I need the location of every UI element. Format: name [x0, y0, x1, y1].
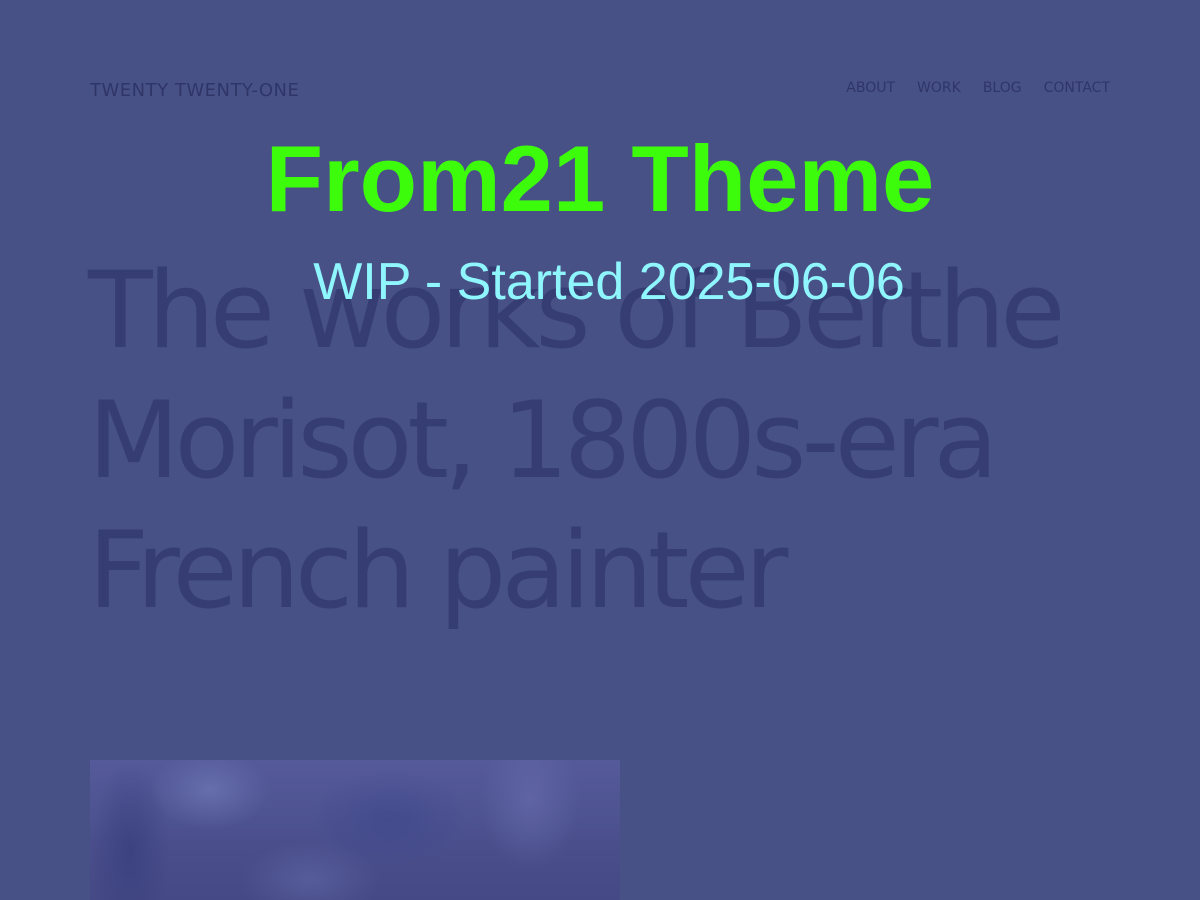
overlay-title: From21 Theme: [265, 126, 935, 231]
overlay-subtitle: WIP - Started 2025-06-06: [313, 253, 905, 311]
nav-item-about[interactable]: ABOUT: [846, 80, 895, 96]
primary-nav: ABOUT WORK BLOG CONTACT: [846, 80, 1110, 96]
nav-item-contact[interactable]: CONTACT: [1044, 80, 1110, 96]
site-title[interactable]: TWENTY TWENTY-ONE: [90, 80, 299, 101]
painting-image: [90, 760, 620, 900]
nav-item-work[interactable]: WORK: [917, 80, 961, 96]
nav-item-blog[interactable]: BLOG: [983, 80, 1022, 96]
